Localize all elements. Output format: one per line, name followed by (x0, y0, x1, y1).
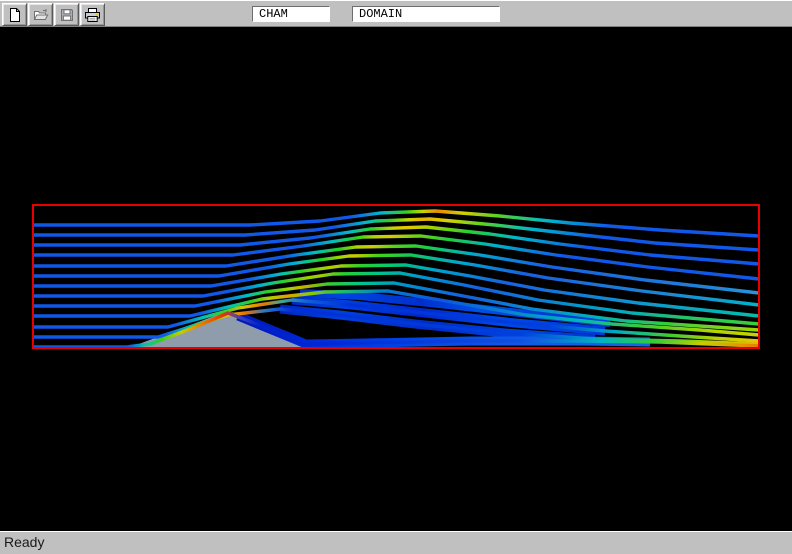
solver-field[interactable] (252, 6, 330, 22)
graphics-client-area[interactable] (0, 27, 792, 531)
printer-icon (84, 7, 101, 23)
object-field[interactable] (352, 6, 500, 22)
open-button[interactable] (28, 3, 53, 26)
application-window: Ready (0, 0, 792, 554)
flow-canvas[interactable] (0, 27, 792, 531)
new-document-icon (7, 7, 23, 23)
status-text: Ready (4, 534, 44, 550)
open-folder-icon (33, 7, 49, 23)
save-button[interactable] (54, 3, 79, 26)
status-bar: Ready (0, 531, 792, 554)
toolbar (0, 0, 792, 27)
print-button[interactable] (80, 3, 105, 26)
save-floppy-icon (59, 7, 75, 23)
new-button[interactable] (2, 3, 27, 26)
streamline (33, 211, 759, 236)
